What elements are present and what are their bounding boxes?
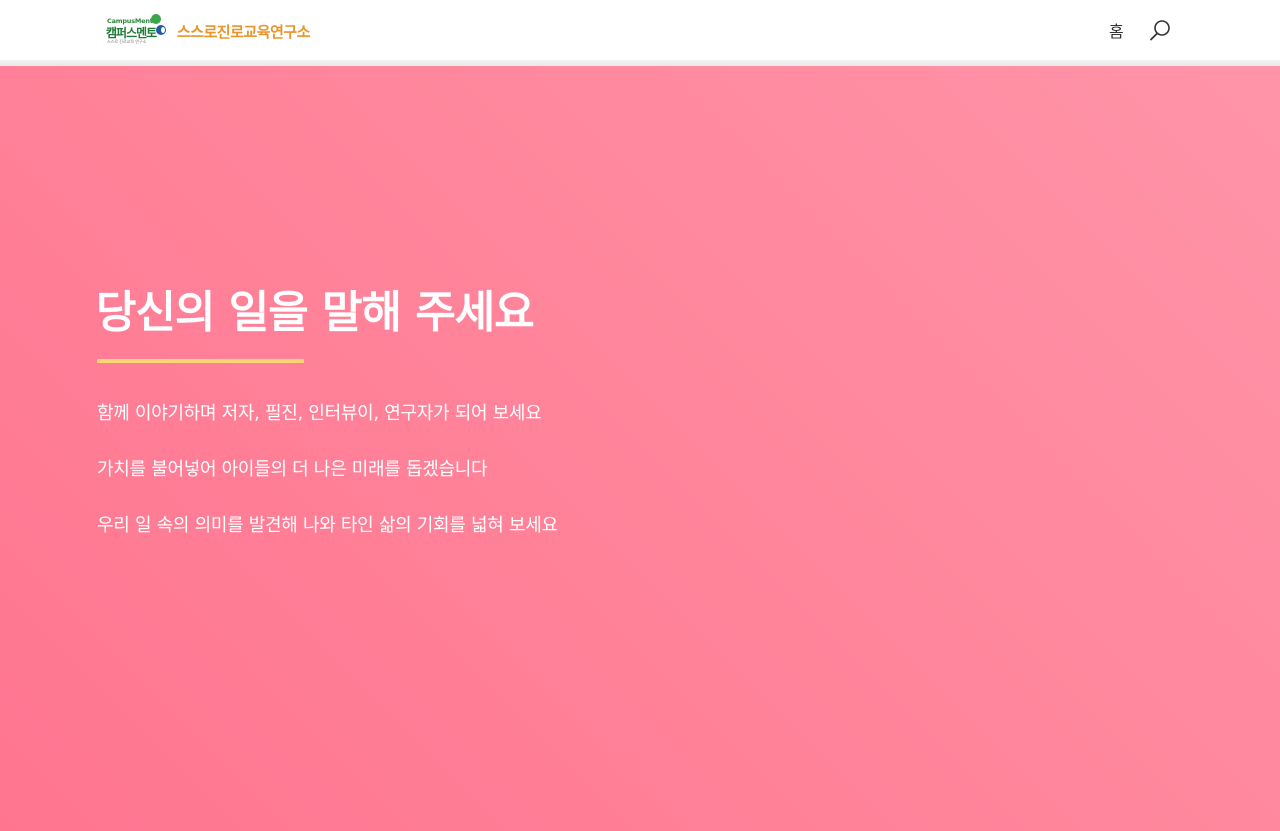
logo-tagline: 스스로 진로교육 연구소 bbox=[107, 39, 147, 44]
hero-text-line-2: 가치를 불어넣어 아이들의 더 나은 미래를 돕겠습니다 bbox=[97, 459, 488, 480]
hero-text-line-1: 함께 이야기하며 저자, 필진, 인터뷰이, 연구자가 되어 보세요 bbox=[97, 403, 542, 424]
site-header: CampusMentor 캠퍼스멘토 스스로 진로교육 연구소 스스로진로교육연… bbox=[0, 0, 1280, 60]
search-button[interactable] bbox=[1148, 18, 1172, 42]
campus-mentor-logo: CampusMentor 캠퍼스멘토 스스로 진로교육 연구소 bbox=[106, 13, 170, 47]
hero-title-underline bbox=[97, 359, 304, 363]
logo-blue-dot-icon bbox=[156, 25, 166, 35]
nav-home-link[interactable]: 홈 bbox=[1109, 18, 1124, 42]
site-name: 스스로진로교육연구소 bbox=[177, 22, 311, 41]
site-logo[interactable]: CampusMentor 캠퍼스멘토 스스로 진로교육 연구소 스스로진로교육연… bbox=[106, 13, 311, 47]
logo-green-dot-icon bbox=[151, 14, 161, 24]
search-icon bbox=[1150, 20, 1170, 41]
hero-title: 당신의 일을 말해 주세요 bbox=[96, 287, 535, 338]
hero-text-line-3: 우리 일 속의 의미를 발견해 나와 타인 삶의 기회를 넓혀 보세요 bbox=[97, 515, 558, 536]
hero-section: 당신의 일을 말해 주세요 함께 이야기하며 저자, 필진, 인터뷰이, 연구자… bbox=[0, 66, 1280, 831]
header-divider bbox=[0, 60, 1280, 66]
